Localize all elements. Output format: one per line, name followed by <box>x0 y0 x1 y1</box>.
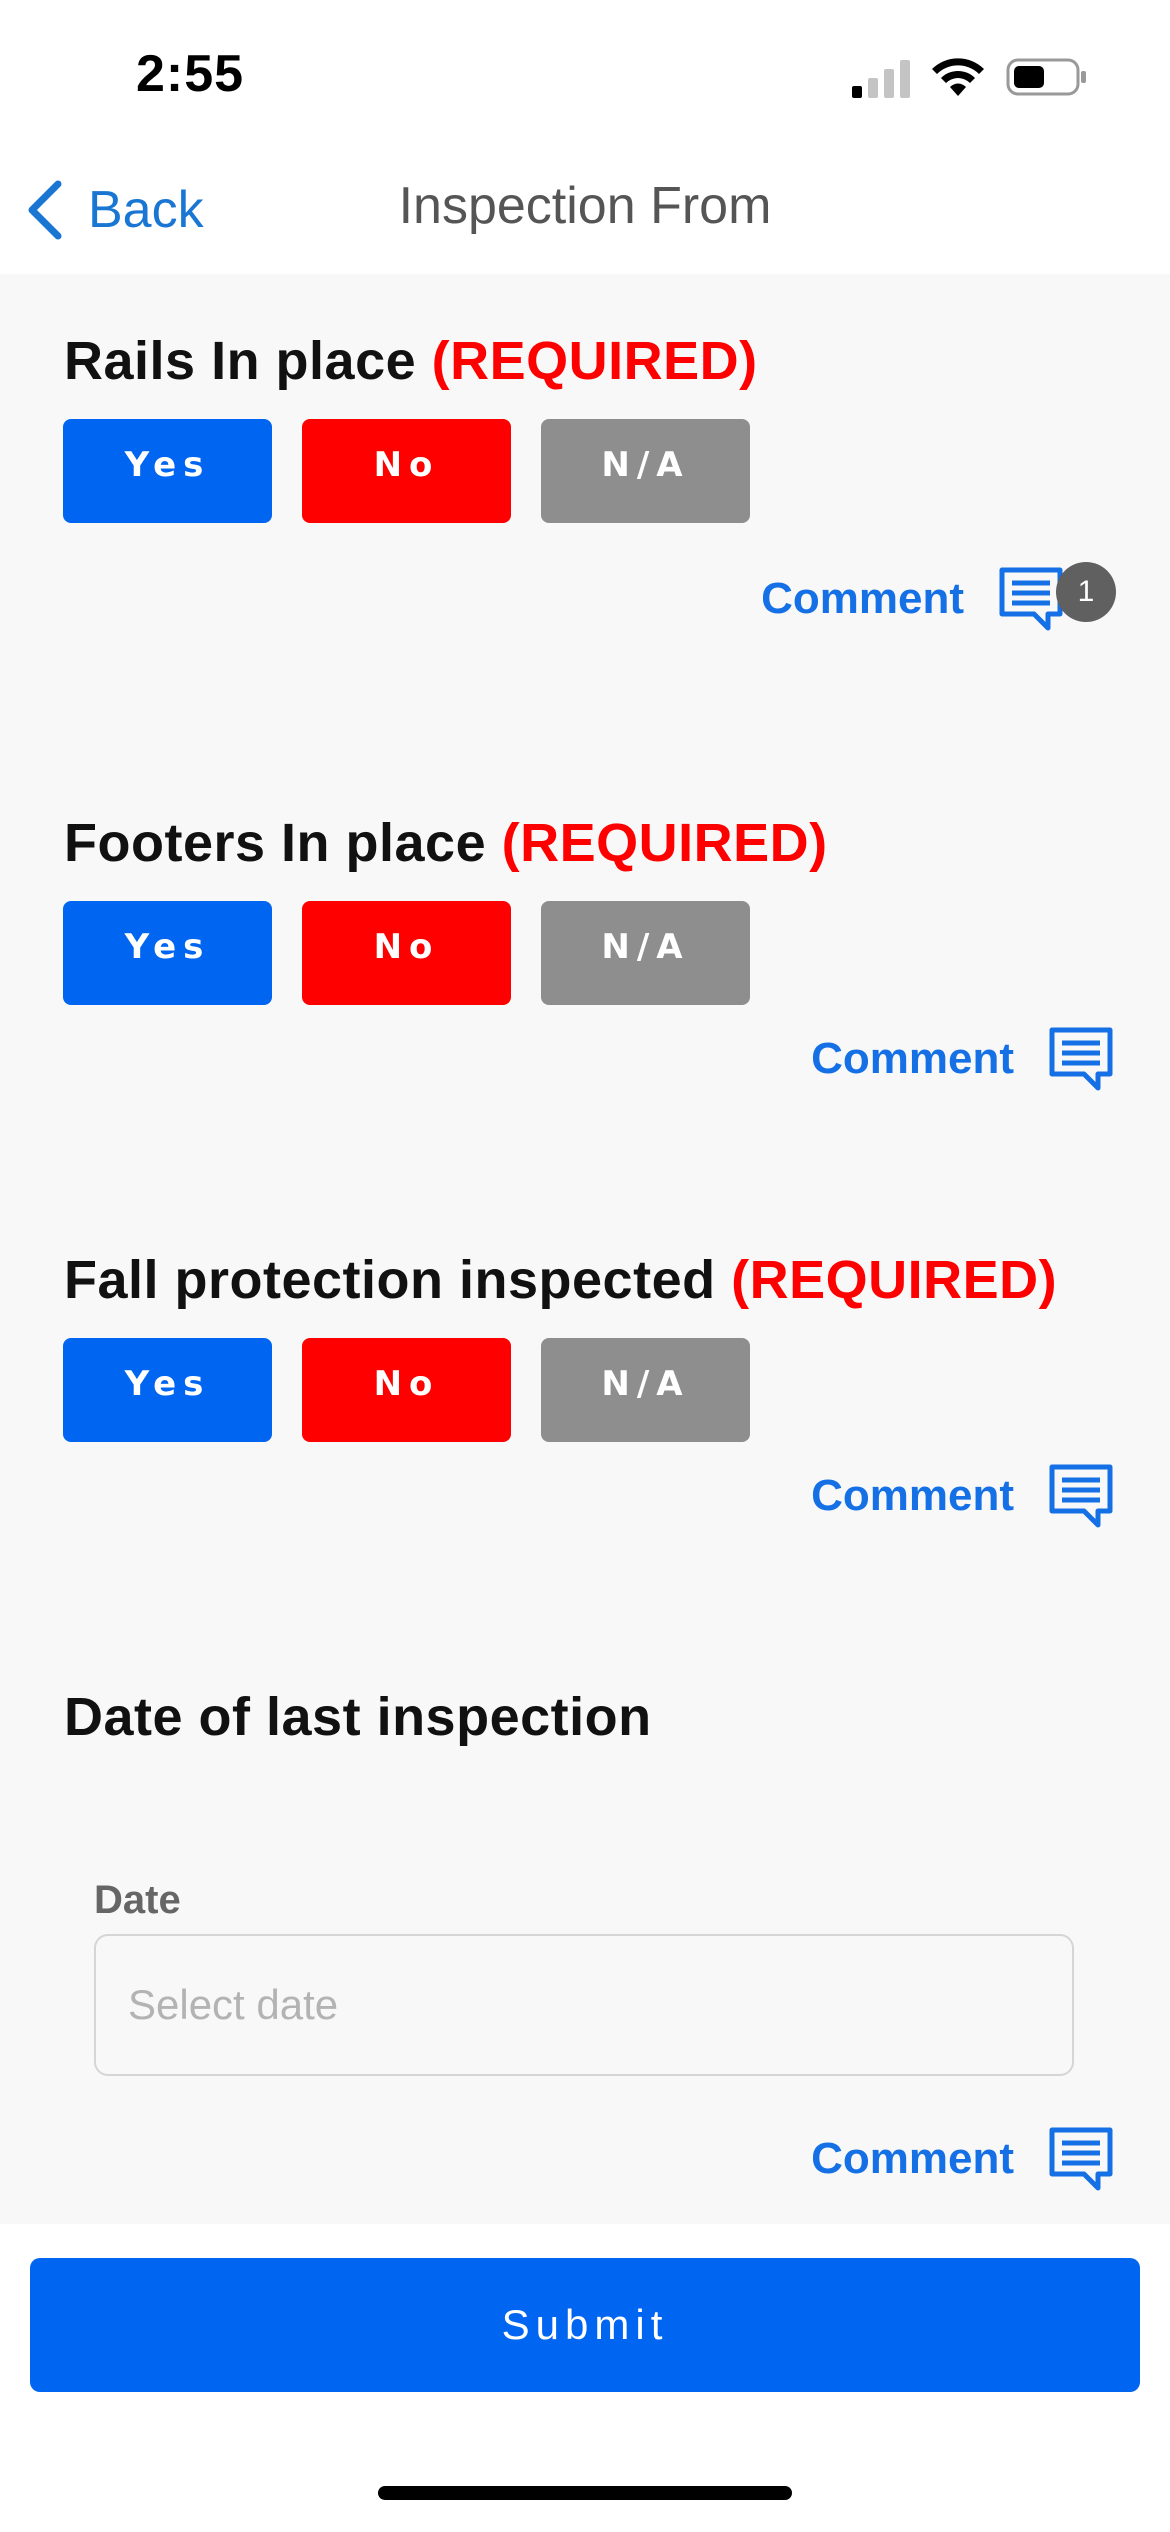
footer: Submit <box>0 2224 1170 2532</box>
message-icon <box>1049 1027 1113 1091</box>
no-button[interactable]: No <box>302 901 511 1005</box>
status-time: 2:55 <box>136 45 245 103</box>
comment-icon <box>1048 2126 1114 2192</box>
comment-label: Comment <box>811 1034 1014 1083</box>
yes-button[interactable]: Yes <box>63 901 272 1005</box>
required-tag: (REQUIRED) <box>431 331 758 391</box>
page-title: Inspection From <box>398 177 772 235</box>
nav-bar: Back Inspection From <box>0 150 1170 274</box>
message-icon <box>1049 1464 1113 1528</box>
required-tag: (REQUIRED) <box>501 813 828 873</box>
answer-buttons: Yes No N/A <box>63 419 750 523</box>
no-button[interactable]: No <box>302 1338 511 1442</box>
comment-button[interactable]: Comment <box>811 1026 1114 1092</box>
comment-count-badge: 1 <box>1056 562 1116 622</box>
yes-button[interactable]: Yes <box>63 419 272 523</box>
answer-buttons: Yes No N/A <box>63 1338 750 1442</box>
answer-buttons: Yes No N/A <box>63 901 750 1005</box>
comment-label: Comment <box>811 2134 1014 2183</box>
comment-icon <box>1048 1026 1114 1092</box>
comment-label: Comment <box>811 1471 1014 1520</box>
comment-button[interactable]: Comment <box>811 2126 1114 2192</box>
battery-icon <box>1006 58 1086 96</box>
na-button[interactable]: N/A <box>541 419 750 523</box>
question-label: Footers In place (REQUIRED) <box>64 812 828 874</box>
comment-button[interactable]: Comment 1 <box>761 562 1116 632</box>
message-icon <box>999 567 1063 631</box>
comment-icon <box>1048 1463 1114 1529</box>
status-bar: 2:55 <box>0 0 1170 150</box>
required-tag: (REQUIRED) <box>731 1250 1058 1310</box>
date-input[interactable] <box>94 1934 1074 2076</box>
comment-button[interactable]: Comment <box>811 1463 1114 1529</box>
comment-icon: 1 <box>998 562 1116 632</box>
no-button[interactable]: No <box>302 419 511 523</box>
form-content: Rails In place (REQUIRED) Yes No N/A Com… <box>0 274 1170 2224</box>
question-label: Rails In place (REQUIRED) <box>64 330 758 392</box>
cellular-signal-icon <box>852 60 910 98</box>
na-button[interactable]: N/A <box>541 901 750 1005</box>
wifi-icon <box>932 58 984 96</box>
question-text: Rails In place <box>64 331 417 391</box>
home-indicator <box>378 2486 792 2500</box>
date-field-label: Date <box>94 1878 181 1922</box>
yes-button[interactable]: Yes <box>63 1338 272 1442</box>
question-label: Fall protection inspected (REQUIRED) <box>64 1249 1057 1311</box>
question-text: Fall protection inspected <box>64 1250 716 1310</box>
question-label: Date of last inspection <box>64 1687 652 1747</box>
na-button[interactable]: N/A <box>541 1338 750 1442</box>
comment-label: Comment <box>761 574 964 623</box>
submit-button[interactable]: Submit <box>30 2258 1140 2392</box>
message-icon <box>1049 2127 1113 2191</box>
question-text: Footers In place <box>64 813 487 873</box>
